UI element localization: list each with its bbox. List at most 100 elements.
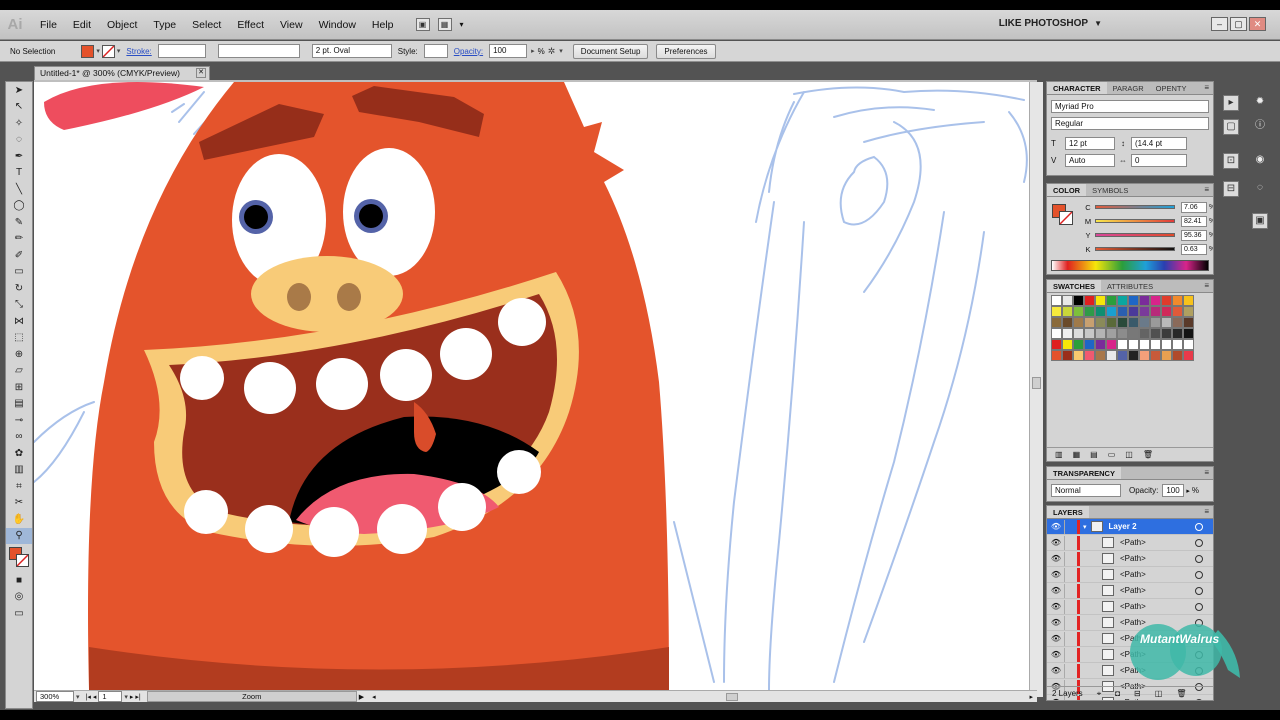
swatch[interactable] bbox=[1073, 328, 1084, 339]
graphic-styles-icon[interactable]: ▣ bbox=[1252, 213, 1268, 229]
gradient-tool-icon[interactable]: ▤ bbox=[6, 396, 32, 413]
tab-opentype[interactable]: OPENTY bbox=[1150, 82, 1193, 94]
swatch[interactable] bbox=[1084, 328, 1095, 339]
prev-artboard-icon[interactable]: ◂ bbox=[93, 693, 97, 701]
column-graph-tool-icon[interactable]: ▥ bbox=[6, 462, 32, 479]
swatch[interactable] bbox=[1161, 350, 1172, 361]
transform-icon[interactable]: ⊡ bbox=[1223, 153, 1239, 169]
appearance-icon[interactable]: ◉ bbox=[1252, 153, 1268, 169]
swatch[interactable] bbox=[1139, 350, 1150, 361]
panel-toggle-icon[interactable]: ▸ bbox=[1223, 95, 1239, 111]
menu-object[interactable]: Object bbox=[99, 19, 145, 31]
next-artboard-icon[interactable]: ▸ bbox=[130, 693, 134, 701]
new-sublayer-icon[interactable]: ⊟ bbox=[1134, 689, 1141, 698]
swatch[interactable] bbox=[1084, 339, 1095, 350]
swatch[interactable] bbox=[1073, 350, 1084, 361]
swatch-options-icon[interactable]: ▤ bbox=[1090, 450, 1098, 459]
swatch[interactable] bbox=[1128, 339, 1139, 350]
lasso-tool-icon[interactable]: ◌ bbox=[6, 132, 32, 149]
swatch-libraries-icon[interactable]: ▥ bbox=[1055, 450, 1063, 459]
screen-mode-icon[interactable]: ▭ bbox=[6, 605, 32, 622]
swatch[interactable] bbox=[1128, 328, 1139, 339]
rotate-tool-icon[interactable]: ↻ bbox=[6, 280, 32, 297]
color-stroke-swatch[interactable] bbox=[1059, 211, 1073, 225]
locate-object-icon[interactable]: ⌖ bbox=[1097, 689, 1102, 699]
eye-icon[interactable]: 👁 bbox=[1051, 666, 1061, 675]
swatch[interactable] bbox=[1139, 306, 1150, 317]
swatch[interactable] bbox=[1062, 295, 1073, 306]
maximize-button[interactable]: ▢ bbox=[1230, 17, 1247, 31]
eye-icon[interactable]: 👁 bbox=[1051, 602, 1061, 611]
swatch[interactable] bbox=[1095, 306, 1106, 317]
opacity-label[interactable]: Opacity: bbox=[454, 47, 483, 56]
zoom-level-field[interactable]: 300% bbox=[36, 691, 74, 702]
swatch[interactable] bbox=[1106, 295, 1117, 306]
blend-tool-icon[interactable]: ∞ bbox=[6, 429, 32, 446]
menu-window[interactable]: Window bbox=[311, 19, 364, 31]
swatch[interactable] bbox=[1117, 295, 1128, 306]
eraser-tool-icon[interactable]: ▭ bbox=[6, 264, 32, 281]
workspace-switcher[interactable]: LIKE PHOTOSHOP ▼ bbox=[999, 18, 1102, 29]
swatch[interactable] bbox=[1051, 295, 1062, 306]
last-artboard-icon[interactable]: ▸| bbox=[135, 693, 140, 701]
swatch[interactable] bbox=[1084, 350, 1095, 361]
swatch[interactable] bbox=[1161, 328, 1172, 339]
artboard-tool-icon[interactable]: ⌗ bbox=[6, 478, 32, 495]
swatch[interactable] bbox=[1150, 317, 1161, 328]
panel-menu-icon[interactable]: ≡ bbox=[1204, 184, 1213, 196]
magenta-slider[interactable] bbox=[1095, 219, 1175, 223]
swatch[interactable] bbox=[1051, 317, 1062, 328]
menu-help[interactable]: Help bbox=[364, 19, 402, 31]
swatch[interactable] bbox=[1051, 339, 1062, 350]
fill-stroke-icon[interactable] bbox=[6, 544, 32, 572]
swatch[interactable] bbox=[1084, 306, 1095, 317]
perspective-grid-tool-icon[interactable]: ▱ bbox=[6, 363, 32, 380]
swatch[interactable] bbox=[1073, 339, 1084, 350]
new-swatch-icon[interactable]: ◫ bbox=[1125, 450, 1133, 459]
free-transform-tool-icon[interactable]: ⬚ bbox=[6, 330, 32, 347]
swatch[interactable] bbox=[1106, 317, 1117, 328]
swatch[interactable] bbox=[1095, 350, 1106, 361]
target-icon[interactable] bbox=[1195, 570, 1203, 579]
leading-field[interactable]: (14.4 pt bbox=[1131, 137, 1187, 150]
swatch[interactable] bbox=[1106, 306, 1117, 317]
magic-wand-tool-icon[interactable]: ✧ bbox=[6, 115, 32, 132]
chevron-down-icon[interactable]: ▾ bbox=[1083, 523, 1087, 531]
chevron-down-icon[interactable]: ▾ bbox=[124, 693, 128, 701]
swatch[interactable] bbox=[1150, 339, 1161, 350]
panel-menu-icon[interactable]: ≡ bbox=[1204, 506, 1213, 518]
stroke-weight-field[interactable] bbox=[157, 44, 206, 58]
menu-effect[interactable]: Effect bbox=[229, 19, 272, 31]
delete-swatch-icon[interactable]: 🗑 bbox=[1143, 450, 1153, 459]
swatch[interactable] bbox=[1062, 306, 1073, 317]
layer-name[interactable]: Layer 2 bbox=[1109, 522, 1137, 531]
eye-icon[interactable]: 👁 bbox=[1051, 586, 1061, 595]
vertical-scrollbar[interactable] bbox=[1029, 82, 1043, 697]
horizontal-scroll-thumb[interactable] bbox=[725, 692, 738, 701]
sublayer-row[interactable]: 👁 <Path> bbox=[1047, 551, 1213, 567]
preferences-button[interactable]: Preferences bbox=[656, 43, 716, 59]
fill-swatch[interactable] bbox=[81, 44, 95, 58]
kerning-field[interactable]: Auto bbox=[1065, 154, 1115, 167]
menu-file[interactable]: File bbox=[32, 19, 65, 31]
lock-toggle[interactable] bbox=[1064, 583, 1074, 598]
swatch[interactable] bbox=[1183, 328, 1194, 339]
swatch[interactable] bbox=[1128, 295, 1139, 306]
tab-character[interactable]: CHARACTER bbox=[1047, 82, 1107, 94]
clipping-mask-icon[interactable]: ◘ bbox=[1115, 689, 1120, 698]
status-menu-icon[interactable]: ▶ bbox=[359, 693, 364, 701]
chevron-right-icon[interactable]: ▸ bbox=[531, 47, 535, 55]
swatch[interactable] bbox=[1095, 317, 1106, 328]
magenta-value[interactable]: 82.41 bbox=[1181, 215, 1207, 227]
swatch[interactable] bbox=[1172, 339, 1183, 350]
swatch[interactable] bbox=[1172, 350, 1183, 361]
target-icon[interactable] bbox=[1195, 586, 1203, 595]
type-tool-icon[interactable]: T bbox=[6, 165, 32, 182]
mesh-tool-icon[interactable]: ⊞ bbox=[6, 379, 32, 396]
swatch[interactable] bbox=[1117, 339, 1128, 350]
document-setup-button[interactable]: Document Setup bbox=[572, 43, 649, 59]
show-swatch-kinds-icon[interactable]: ▦ bbox=[1073, 450, 1081, 459]
lock-toggle[interactable] bbox=[1064, 551, 1074, 566]
color-mode-icon[interactable]: ■ bbox=[6, 572, 32, 589]
lock-toggle[interactable] bbox=[1064, 519, 1074, 534]
